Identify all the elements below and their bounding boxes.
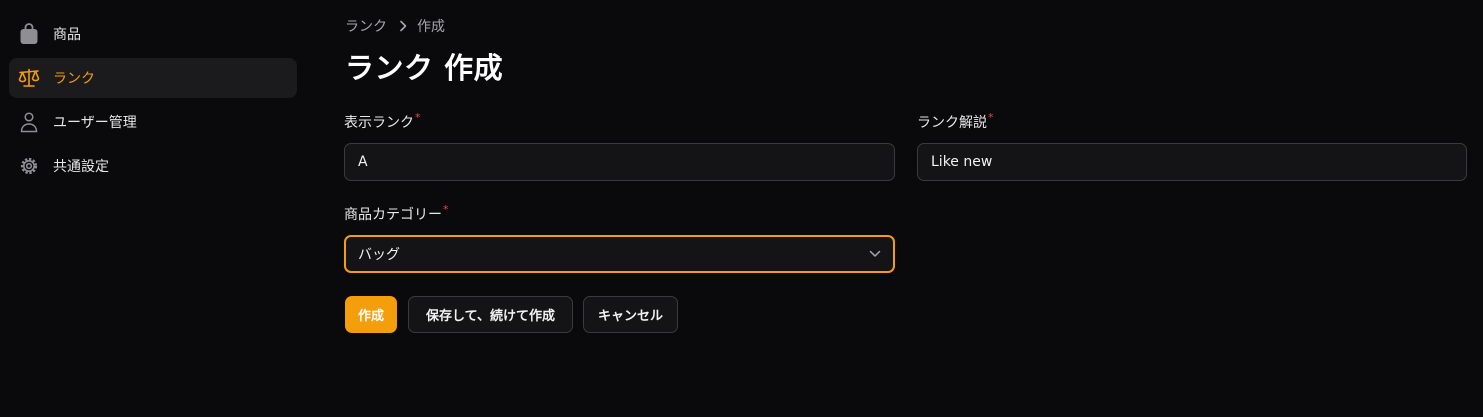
sidebar-item-label: 商品 [53, 27, 81, 43]
display-rank-input[interactable]: A [344, 143, 895, 181]
sidebar-item-user-management[interactable]: ユーザー管理 [9, 102, 297, 142]
chevron-right-icon [399, 20, 407, 32]
cancel-button[interactable]: キャンセル [583, 296, 678, 333]
sidebar-item-common-settings[interactable]: 共通設定 [9, 146, 297, 186]
user-icon [18, 111, 40, 133]
sidebar-item-ranks[interactable]: ランク [9, 58, 297, 98]
create-button[interactable]: 作成 [345, 296, 397, 333]
page-title: ランク 作成 [345, 51, 504, 85]
product-category-value: バッグ [358, 247, 400, 263]
display-rank-value: A [358, 154, 368, 170]
sidebar-item-products[interactable]: 商品 [9, 14, 297, 54]
gear-icon [18, 155, 40, 177]
sidebar-item-label: ランク [53, 71, 95, 87]
product-category-select[interactable]: バッグ [344, 235, 895, 273]
product-category-label-text: 商品カテゴリー [344, 207, 442, 223]
rank-description-field: ランク解説* Like new [917, 111, 1467, 181]
product-category-label: 商品カテゴリー* [344, 203, 895, 225]
main-content: ランク 作成 ランク 作成 [345, 0, 1467, 87]
sidebar-item-label: ユーザー管理 [53, 115, 137, 131]
display-rank-field: 表示ランク* A [344, 111, 895, 181]
rank-description-value: Like new [931, 154, 993, 170]
required-mark: * [415, 111, 421, 124]
sidebar-item-label: 共通設定 [53, 159, 109, 175]
breadcrumb: ランク 作成 [345, 16, 1467, 36]
required-mark: * [443, 203, 449, 216]
sidebar: 商品 ランク ユーザー管理 共通設定 [0, 0, 305, 417]
rank-description-label-text: ランク解説 [917, 115, 987, 131]
breadcrumb-item-ranks[interactable]: ランク [345, 16, 387, 36]
display-rank-label: 表示ランク* [344, 111, 895, 133]
shopping-bag-icon [18, 23, 40, 45]
breadcrumb-item-create: 作成 [417, 19, 445, 35]
rank-description-input[interactable]: Like new [917, 143, 1467, 181]
product-category-field: 商品カテゴリー* バッグ [344, 203, 895, 273]
chevron-down-icon [869, 246, 881, 262]
rank-description-label: ランク解説* [917, 111, 1467, 133]
scale-icon [18, 67, 40, 89]
save-and-continue-button[interactable]: 保存して、続けて作成 [408, 296, 573, 333]
required-mark: * [988, 111, 994, 124]
display-rank-label-text: 表示ランク [344, 115, 414, 131]
